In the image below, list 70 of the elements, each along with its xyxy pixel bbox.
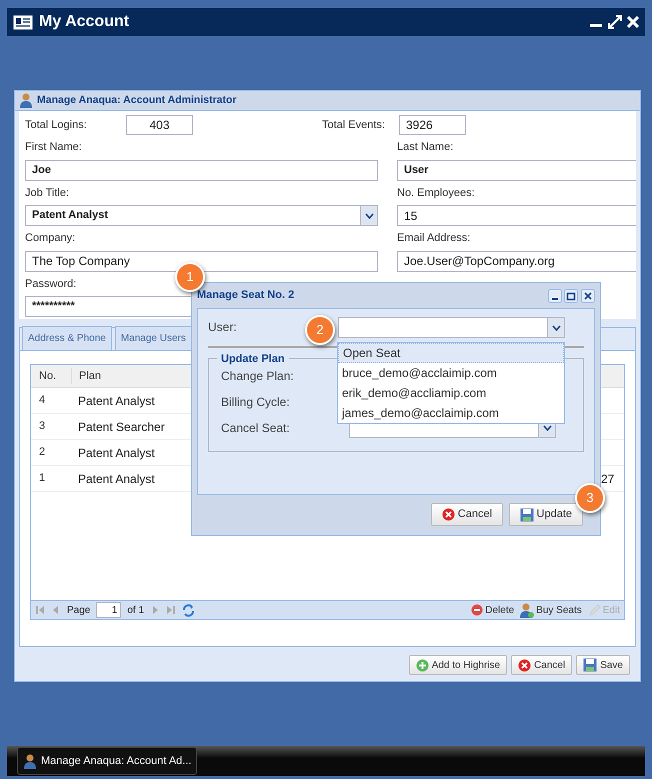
minimize-icon[interactable] <box>548 288 562 302</box>
stat-label: Total Logins: <box>25 118 88 133</box>
input-field[interactable]: Joe <box>25 160 378 180</box>
window-title: My Account <box>39 12 130 32</box>
stat-label: Total Events: <box>322 118 386 133</box>
dropdown-option[interactable]: james_demo@acclaimip.com <box>338 403 564 423</box>
table-cell: Patent Analyst <box>78 446 155 460</box>
stat-field: 403 <box>126 115 193 135</box>
table-cell-text: 4 <box>38 393 46 408</box>
dropdown-option[interactable]: bruce_demo@acclaimip.com <box>338 363 564 383</box>
taskbar-item[interactable]: Manage Anaqua: Account Ad... <box>17 747 198 775</box>
field-label: Cancel Seat: <box>221 421 290 435</box>
page-field[interactable]: 1 <box>96 602 122 618</box>
field-label: Last Name: <box>397 140 454 155</box>
id-card-icon <box>13 14 33 30</box>
table-cell: Patent Searcher <box>78 420 165 434</box>
field-label: Password: <box>25 276 76 292</box>
input-field[interactable]: 15 <box>397 205 636 226</box>
pencil-icon <box>588 604 601 616</box>
field-label: Company: <box>25 231 76 246</box>
cancel-icon <box>518 658 532 672</box>
refresh-icon[interactable] <box>182 604 196 616</box>
table-cell: Patent Analyst <box>78 394 155 408</box>
dropdown-field[interactable] <box>338 317 565 338</box>
save-icon <box>583 658 598 672</box>
user-add-icon <box>520 602 534 618</box>
column-header[interactable]: Plan <box>79 370 102 382</box>
toolbar-button[interactable]: Buy Seats <box>520 602 582 618</box>
page-count: of 1 <box>127 604 144 618</box>
cancel-icon <box>442 508 455 521</box>
fieldset-legend: Update Plan <box>217 351 289 368</box>
page-label: Page <box>67 604 90 618</box>
panel-title: Manage Anaqua: Account Administrator <box>37 92 237 108</box>
footer-button[interactable]: Add to Highrise <box>408 655 508 675</box>
dropdown-option[interactable]: Open Seat <box>338 343 564 363</box>
footer-button[interactable]: Save <box>576 655 630 675</box>
field-label: Change Plan: <box>221 369 294 383</box>
dialog-button[interactable]: Update <box>508 503 583 526</box>
table-cell-text: 1 <box>38 471 46 486</box>
close-icon[interactable] <box>581 288 595 302</box>
field-label: No. Employees: <box>397 186 475 200</box>
field-label: Email Address: <box>397 231 470 246</box>
toolbar-button[interactable]: Delete <box>471 602 514 618</box>
user-icon <box>23 754 37 768</box>
caret-icon[interactable] <box>364 212 374 218</box>
save-icon <box>520 508 534 522</box>
caret-icon[interactable] <box>542 425 552 431</box>
stat-field: 3926 <box>399 115 466 135</box>
user-icon <box>19 93 33 108</box>
column-header[interactable]: No. <box>31 368 71 384</box>
tab[interactable]: Address & Phone <box>22 326 112 350</box>
caret-icon[interactable] <box>552 324 560 330</box>
footer-button[interactable]: Cancel <box>511 655 572 675</box>
field-label: User: <box>208 320 237 334</box>
add-icon <box>416 658 429 672</box>
maximize-icon[interactable] <box>564 288 578 302</box>
input-field[interactable]: User <box>397 160 636 180</box>
field-label: Billing Cycle: <box>221 395 290 409</box>
input-field[interactable]: Joe.User@TopCompany.org <box>397 250 636 272</box>
field-label: Job Title: <box>25 186 70 200</box>
tab[interactable]: Manage Users <box>114 326 192 350</box>
dialog-button[interactable]: Cancel <box>430 503 504 526</box>
dropdown-field[interactable]: Patent Analyst <box>25 205 378 226</box>
delete-icon <box>471 604 484 616</box>
input-field[interactable]: The Top Company <box>25 250 378 272</box>
field-label: First Name: <box>25 140 82 155</box>
table-cell-text: 3 <box>38 419 46 434</box>
table-cell-text: 2 <box>38 445 46 460</box>
dropdown-option[interactable]: erik_demo@accliamip.com <box>338 383 564 403</box>
table-cell: Patent Analyst <box>78 472 155 486</box>
